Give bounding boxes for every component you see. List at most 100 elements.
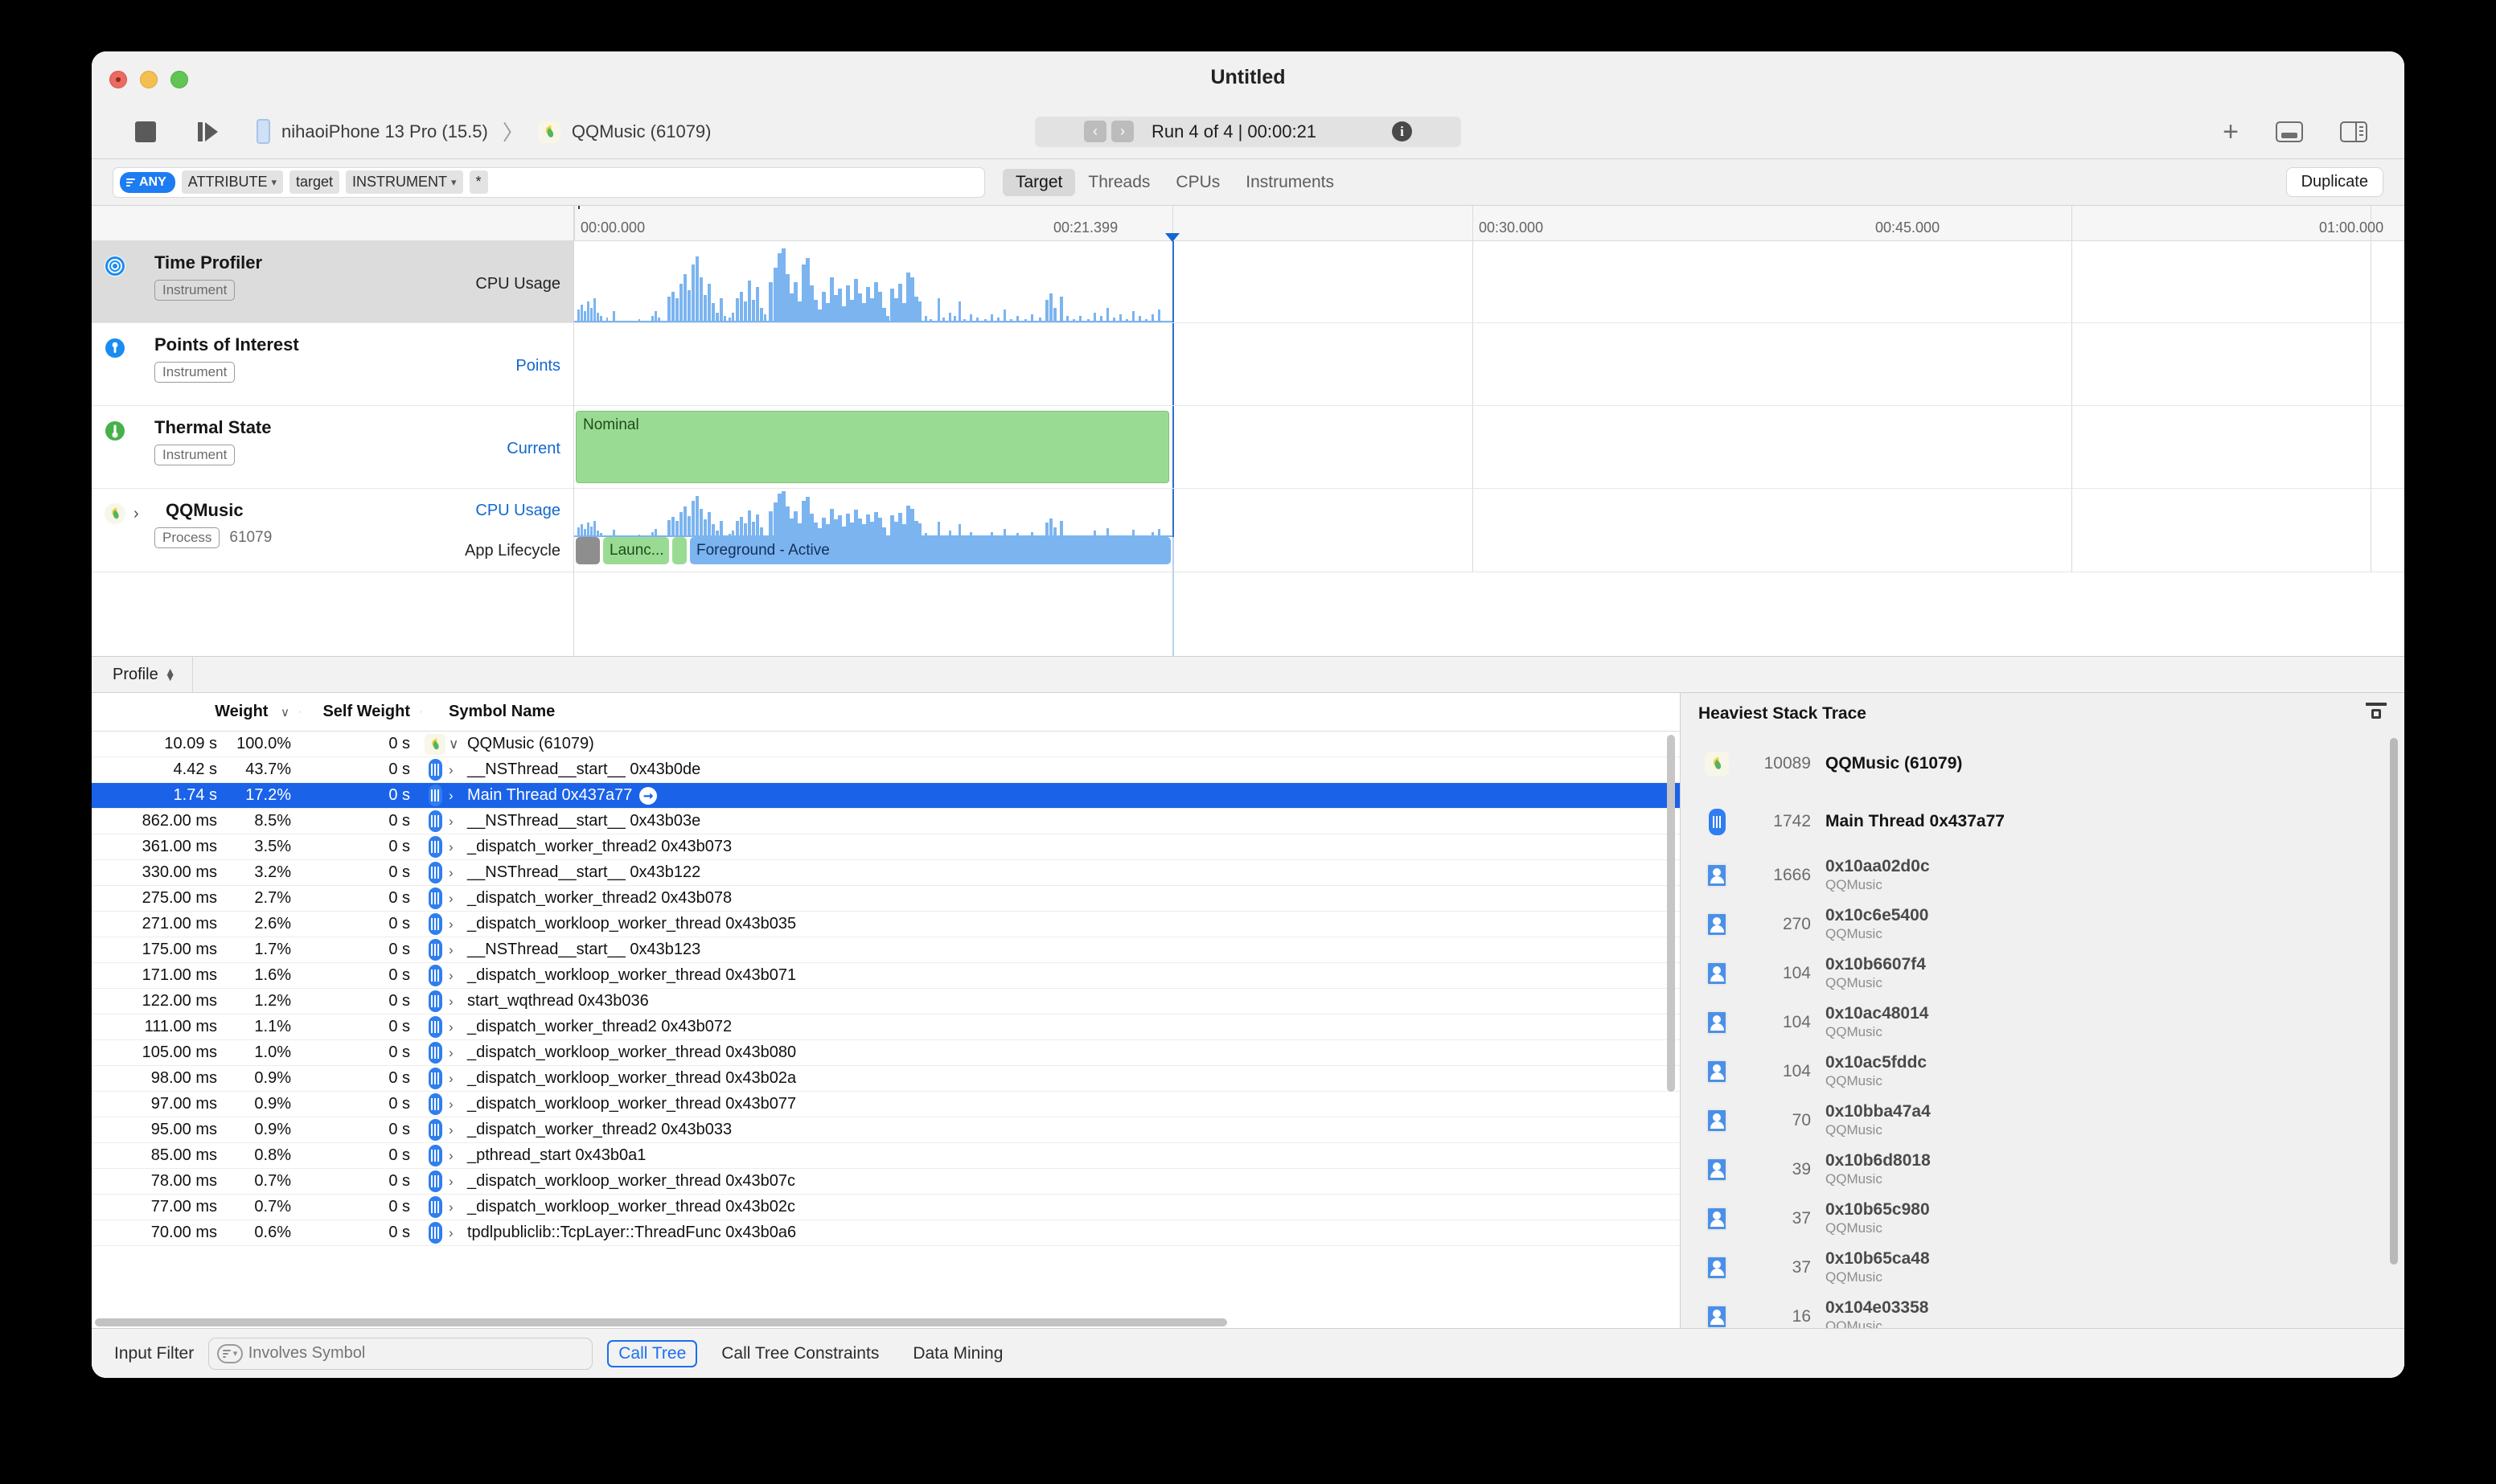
- table-row[interactable]: 330.00 ms 3.2% 0 s › __NSThread__start__ 0x4…: [92, 860, 1680, 886]
- disclosure-icon[interactable]: ›: [449, 968, 460, 984]
- next-run-button[interactable]: ›: [1110, 121, 1134, 142]
- disclosure-icon[interactable]: ›: [449, 839, 460, 855]
- disclosure-icon[interactable]: ›: [449, 891, 460, 907]
- disclosure-icon[interactable]: ›: [449, 1122, 460, 1138]
- column-self-weight[interactable]: Self Weight: [301, 703, 421, 721]
- table-row[interactable]: 10.09 s 100.0% 0 s ∨ QQMusic (61079): [92, 732, 1680, 757]
- disclosure-icon[interactable]: ›: [449, 1174, 460, 1190]
- disclosure-icon[interactable]: ›: [449, 1071, 460, 1087]
- toggle-right-panel-icon[interactable]: [2340, 121, 2367, 142]
- disclosure-icon[interactable]: ›: [449, 916, 460, 933]
- timeline-playhead[interactable]: [1172, 241, 1174, 322]
- list-item[interactable]: 104 0x10ac48014 QQMusic: [1698, 998, 2404, 1047]
- column-weight[interactable]: Weight ∨: [92, 703, 301, 721]
- disclosure-icon[interactable]: ›: [449, 1225, 460, 1241]
- any-match-pill[interactable]: ANY: [120, 171, 175, 193]
- list-item[interactable]: 70 0x10bba47a4 QQMusic: [1698, 1096, 2404, 1145]
- table-row[interactable]: 275.00 ms 2.7% 0 s › _dispatch_worker_thread…: [92, 886, 1680, 912]
- target-selector[interactable]: nihaoiPhone 13 Pro (15.5) 〉 QQMusic (610…: [257, 117, 712, 146]
- list-item[interactable]: 16 0x104e03358 QQMusic: [1698, 1292, 2404, 1328]
- table-row[interactable]: 98.00 ms 0.9% 0 s › _dispatch_workloop_worke…: [92, 1066, 1680, 1092]
- list-item[interactable]: 37 0x10b65c980 QQMusic: [1698, 1194, 2404, 1243]
- disclosure-icon[interactable]: ›: [449, 788, 460, 804]
- token-target[interactable]: target: [289, 170, 340, 194]
- lane-time-profiler-cpu[interactable]: [574, 241, 2404, 323]
- list-item[interactable]: 10089 QQMusic (61079): [1698, 735, 2404, 793]
- heaviest-stack-scrollbar[interactable]: [2390, 738, 2400, 1323]
- track-time-profiler[interactable]: Time Profiler Instrument CPU Usage: [92, 241, 573, 323]
- lane-thermal-state[interactable]: Nominal: [574, 406, 2404, 489]
- record-button[interactable]: [198, 121, 218, 141]
- table-row[interactable]: 95.00 ms 0.9% 0 s › _dispatch_worker_thread2…: [92, 1117, 1680, 1143]
- list-item[interactable]: 37 0x10b65ca48 QQMusic: [1698, 1243, 2404, 1292]
- tab-threads[interactable]: Threads: [1075, 169, 1163, 196]
- data-mining-button[interactable]: Data Mining: [903, 1340, 1012, 1367]
- list-item[interactable]: 104 0x10b6607f4 QQMusic: [1698, 949, 2404, 998]
- lifecycle-segment-0[interactable]: [576, 537, 600, 564]
- table-row[interactable]: 77.00 ms 0.7% 0 s › _dispatch_workloop_worke…: [92, 1195, 1680, 1220]
- list-item[interactable]: 39 0x10b6d8018 QQMusic: [1698, 1145, 2404, 1194]
- call-tree-button[interactable]: Call Tree: [607, 1339, 698, 1367]
- call-tree-body[interactable]: 10.09 s 100.0% 0 s ∨ QQMusic (61079) 4.42 s 43…: [92, 732, 1680, 1328]
- table-row[interactable]: 4.42 s 43.7% 0 s › __NSThread__start__ 0x43b…: [92, 757, 1680, 783]
- disclosure-icon[interactable]: ›: [449, 1097, 460, 1113]
- disclosure-icon[interactable]: ›: [449, 1199, 460, 1215]
- table-row[interactable]: 111.00 ms 1.1% 0 s › _dispatch_worker_thread…: [92, 1015, 1680, 1040]
- tab-target[interactable]: Target: [1003, 168, 1076, 196]
- lifecycle-segment-launching[interactable]: Launc...: [603, 537, 669, 564]
- table-row[interactable]: 862.00 ms 8.5% 0 s › __NSThread__start__ 0x4…: [92, 809, 1680, 834]
- timeline-graphs[interactable]: 00:00.000 00:21.399 00:30.000 00:45.000 …: [574, 206, 2404, 656]
- timeline-ruler[interactable]: 00:00.000 00:21.399 00:30.000 00:45.000 …: [574, 206, 2404, 241]
- lifecycle-segment-foreground-active[interactable]: Foreground - Active: [690, 537, 1171, 564]
- thermal-nominal-band[interactable]: Nominal: [576, 411, 1169, 483]
- table-row[interactable]: 85.00 ms 0.8% 0 s › _pthread_start 0x43b0a1: [92, 1143, 1680, 1169]
- jump-bar-profile-label[interactable]: Profile: [113, 666, 158, 684]
- heaviest-stack-body[interactable]: 10089 QQMusic (61079) 1742 Main Thread 0x43…: [1681, 735, 2404, 1328]
- column-symbol-name[interactable]: Symbol Name: [421, 703, 1680, 721]
- token-wildcard[interactable]: *: [469, 170, 488, 194]
- table-row[interactable]: 70.00 ms 0.6% 0 s › tpdlpubliclib::TcpLayer:…: [92, 1220, 1680, 1246]
- disclosure-icon[interactable]: ›: [449, 1148, 460, 1164]
- table-row[interactable]: 361.00 ms 3.5% 0 s › _dispatch_worker_thread…: [92, 834, 1680, 860]
- table-row[interactable]: 105.00 ms 1.0% 0 s › _dispatch_workloop_work…: [92, 1040, 1680, 1066]
- list-item[interactable]: 1742 Main Thread 0x437a77: [1698, 793, 2404, 851]
- list-item[interactable]: 104 0x10ac5fddc QQMusic: [1698, 1047, 2404, 1096]
- stop-button[interactable]: [135, 121, 156, 142]
- token-attribute[interactable]: ATTRIBUTE ▾: [181, 170, 283, 194]
- filter-search-field[interactable]: ANY ATTRIBUTE ▾ target INSTRUMENT ▾ *: [113, 166, 985, 198]
- disclosure-icon[interactable]: ›: [449, 762, 460, 778]
- table-row[interactable]: 78.00 ms 0.7% 0 s › _dispatch_workloop_worke…: [92, 1169, 1680, 1195]
- lane-qqmusic[interactable]: Launc... Foreground - Active: [574, 489, 2404, 572]
- add-instrument-button[interactable]: +: [2223, 118, 2239, 146]
- disclosure-icon[interactable]: ›: [449, 1019, 460, 1035]
- disclosure-icon[interactable]: ›: [449, 1045, 460, 1061]
- disclosure-icon[interactable]: ›: [449, 942, 460, 958]
- lane-points-of-interest[interactable]: [574, 323, 2404, 406]
- call-tree-vertical-scrollbar[interactable]: [1667, 735, 1677, 1310]
- involves-symbol-input[interactable]: [248, 1344, 585, 1363]
- info-icon[interactable]: i: [1392, 121, 1413, 141]
- table-row[interactable]: 1.74 s 17.2% 0 s › Main Thread 0x437a77 ➞: [92, 783, 1680, 809]
- token-instrument[interactable]: INSTRUMENT ▾: [346, 170, 463, 194]
- list-item[interactable]: 1666 0x10aa02d0c QQMusic: [1698, 851, 2404, 900]
- chevron-right-icon[interactable]: ›: [133, 505, 139, 523]
- track-qqmusic[interactable]: › QQMusic Process 61079 CPU Usage App Lif…: [92, 489, 573, 572]
- tab-cpus[interactable]: CPUs: [1163, 169, 1233, 196]
- tab-instruments[interactable]: Instruments: [1233, 169, 1347, 196]
- disclosure-icon[interactable]: ›: [449, 865, 460, 881]
- call-tree-constraints-button[interactable]: Call Tree Constraints: [712, 1340, 889, 1367]
- disclosure-icon[interactable]: ›: [449, 814, 460, 830]
- filter-icon[interactable]: ▾: [217, 1343, 243, 1363]
- track-points-of-interest[interactable]: Points of Interest Instrument Points: [92, 323, 573, 406]
- disclosure-icon[interactable]: ›: [449, 994, 460, 1010]
- duplicate-button[interactable]: Duplicate: [2285, 167, 2383, 197]
- track-thermal-state[interactable]: Thermal State Instrument Current: [92, 406, 573, 489]
- lifecycle-segment-2[interactable]: [672, 537, 687, 564]
- previous-run-button[interactable]: ‹: [1083, 121, 1106, 142]
- table-row[interactable]: 97.00 ms 0.9% 0 s › _dispatch_workloop_worke…: [92, 1092, 1680, 1117]
- disclosure-icon[interactable]: ∨: [449, 736, 460, 752]
- detail-view-icon[interactable]: [2366, 703, 2387, 725]
- jump-to-source-icon[interactable]: ➞: [639, 786, 658, 805]
- toggle-bottom-panel-icon[interactable]: [2276, 121, 2303, 142]
- call-tree-horizontal-scrollbar[interactable]: [92, 1317, 1664, 1328]
